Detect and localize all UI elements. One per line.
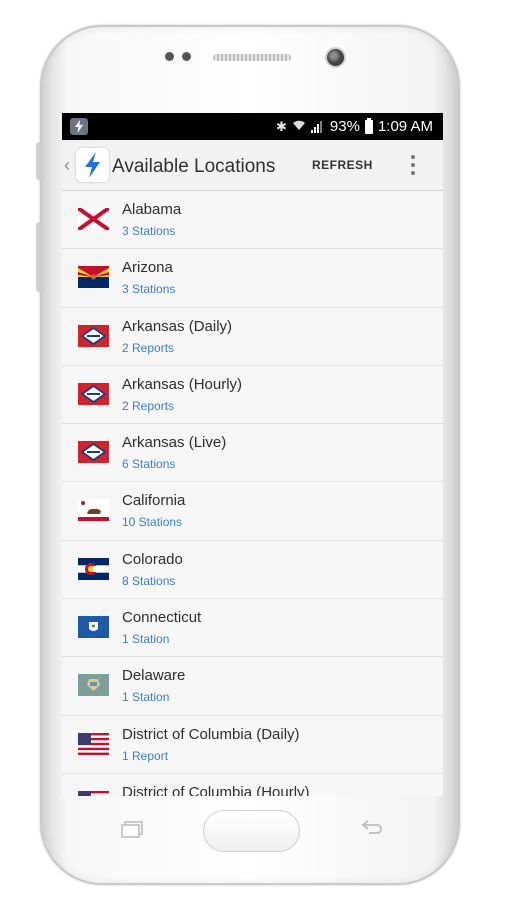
proximity-sensor: [165, 52, 174, 61]
list-item[interactable]: California 10 Stations: [62, 482, 443, 541]
location-count: 8 Stations: [122, 573, 176, 588]
location-name: Colorado: [122, 550, 183, 568]
list-item[interactable]: Alabama 3 Stations: [62, 191, 443, 250]
earpiece-speaker: [213, 54, 291, 61]
battery-icon: [364, 117, 373, 134]
location-name: Arkansas (Hourly): [122, 375, 243, 393]
list-item[interactable]: Delaware 1 Station: [62, 657, 443, 716]
location-count: 1 Station: [122, 690, 170, 705]
bluetooth-icon: ✱: [276, 118, 287, 134]
list-item[interactable]: Connecticut 1 Station: [62, 599, 443, 658]
status-time: 1:09 AM: [377, 118, 433, 135]
location-count: 10 Stations: [122, 515, 183, 530]
delaware-flag-icon: [78, 674, 109, 697]
status-indicators: ✱ 93% 1:09 AM: [276, 113, 433, 140]
recent-apps-key-icon[interactable]: [121, 821, 147, 839]
location-count: 3 Stations: [122, 224, 176, 238]
arkansas-flag-icon: [78, 324, 109, 347]
list-item[interactable]: Colorado 8 Stations: [62, 540, 443, 600]
connecticut-flag-icon: [78, 616, 109, 639]
california-flag-icon: [78, 499, 109, 522]
front-camera: [325, 47, 346, 68]
refresh-button[interactable]: REFRESH: [312, 158, 373, 172]
volume-up-key: [36, 142, 42, 180]
volume-down-key: [36, 222, 42, 292]
location-name: Arkansas (Live): [122, 434, 227, 452]
colorado-flag-icon: [78, 557, 109, 580]
location-count: 1 Station: [122, 632, 170, 647]
list-item[interactable]: District of Columbia (Hourly): [62, 773, 443, 796]
arizona-flag-icon: [78, 266, 109, 289]
location-name: California: [122, 492, 186, 510]
notification-app-icon: [70, 118, 88, 135]
overflow-menu-icon[interactable]: [407, 152, 419, 180]
battery-percent: 93%: [329, 118, 360, 135]
location-name: District of Columbia (Daily): [122, 725, 300, 743]
cell-signal-icon: [310, 120, 325, 133]
location-count: 1 Report: [122, 748, 169, 763]
page-title: Available Locations: [112, 156, 276, 177]
app-logo-icon[interactable]: [76, 148, 109, 182]
location-name: District of Columbia (Hourly): [122, 783, 310, 796]
list-item[interactable]: Arizona 3 Stations: [62, 249, 443, 308]
home-button[interactable]: [203, 810, 300, 852]
location-name: Delaware: [122, 667, 186, 685]
location-name: Arkansas (Daily): [122, 317, 233, 335]
phone-screen: ✱ 93% 1:09 AM ‹ Available Locations REFR…: [62, 113, 443, 796]
usa-flag-icon: [78, 790, 109, 796]
usa-flag-icon: [78, 732, 109, 755]
alabama-flag-icon: [78, 208, 109, 230]
status-bar: ✱ 93% 1:09 AM: [62, 113, 443, 140]
location-count: 3 Stations: [122, 282, 176, 297]
list-item[interactable]: Arkansas (Live) 6 Stations: [62, 424, 443, 483]
list-item[interactable]: Arkansas (Hourly) 2 Reports: [62, 365, 443, 425]
light-sensor: [182, 52, 191, 61]
arkansas-flag-icon: [78, 382, 109, 405]
locations-list: Alabama 3 Stations Arizona 3 Stations Ar…: [62, 191, 443, 796]
location-count: 2 Reports: [122, 340, 175, 355]
location-name: Arizona: [122, 259, 173, 277]
location-name: Connecticut: [122, 609, 202, 627]
location-count: 6 Stations: [122, 457, 176, 472]
list-item[interactable]: District of Columbia (Daily) 1 Report: [62, 715, 443, 774]
arkansas-flag-icon: [78, 441, 109, 464]
list-item[interactable]: Arkansas (Daily) 2 Reports: [62, 307, 443, 366]
location-count: 2 Reports: [122, 398, 175, 413]
wifi-icon: [292, 119, 306, 134]
action-bar: ‹ Available Locations REFRESH: [62, 140, 443, 191]
location-name: Alabama: [122, 201, 182, 218]
back-chevron-icon[interactable]: ‹: [64, 155, 70, 176]
back-key-icon[interactable]: [360, 816, 384, 842]
